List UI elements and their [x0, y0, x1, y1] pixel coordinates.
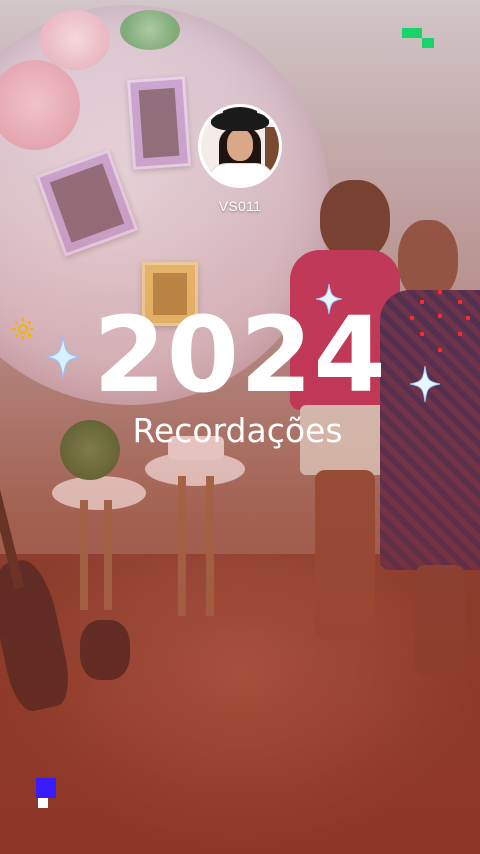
memories-subtitle: Recordações — [132, 411, 343, 450]
pixel-decoration-icon — [402, 28, 434, 48]
pixel-decoration-icon — [36, 778, 56, 808]
heart-dots-icon — [408, 288, 478, 358]
sun-icon — [12, 318, 34, 340]
sparkle-icon — [316, 284, 342, 314]
sparkle-icon — [410, 366, 440, 402]
profile-photo-icon — [201, 107, 279, 185]
sparkle-icon — [46, 336, 80, 378]
profile-username[interactable]: VS011 — [0, 198, 480, 214]
profile-avatar[interactable] — [198, 104, 282, 188]
